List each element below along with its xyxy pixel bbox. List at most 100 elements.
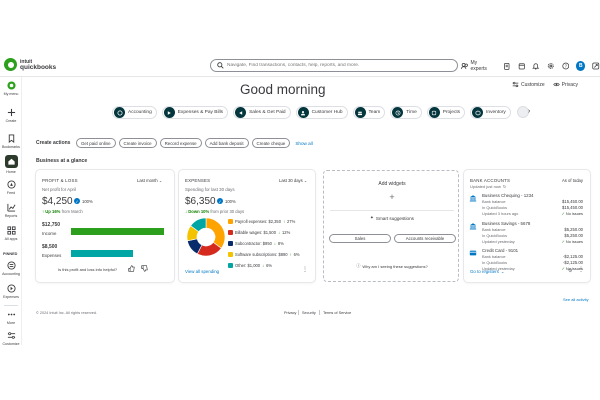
qb-balance-label: In QuickBooks	[482, 233, 508, 238]
nav-accounting[interactable]: Accounting	[0, 261, 22, 276]
accounting-icon	[6, 261, 16, 270]
footer-privacy-link[interactable]: Privacy	[284, 311, 296, 315]
app-chip-inventory[interactable]: Inventory	[470, 106, 511, 119]
nav-expenses[interactable]: Expenses	[0, 284, 22, 299]
search-input[interactable]	[227, 63, 452, 68]
app-chip-time[interactable]: Time	[390, 106, 422, 119]
profit-loss-card[interactable]: PROFIT & LOSS Last month ⌄ Net profit fo…	[36, 170, 174, 282]
legend-label: Software subscriptions: $890	[235, 252, 288, 257]
nav-create[interactable]: Create	[0, 108, 22, 123]
expenses-donut-chart[interactable]	[186, 217, 226, 257]
smart-suggestions-label: Smart suggestions	[375, 215, 414, 221]
nav-label: Accounting	[2, 272, 20, 276]
svg-text:?: ?	[564, 63, 567, 68]
help-icon[interactable]: ?	[561, 62, 570, 70]
app-chip-sales[interactable]: Sales & Get Paid	[233, 106, 291, 119]
nav-my-menu[interactable]: My menu	[0, 81, 22, 96]
period-dropdown[interactable]: Last month ⌄	[137, 178, 162, 183]
suggestions-info[interactable]: ⓘ Why am I seeing these suggestions?	[324, 263, 460, 269]
view-all-spending-link[interactable]: View all spending	[185, 269, 219, 274]
legend-delta: 8%	[277, 241, 284, 246]
credit-card-icon	[469, 250, 477, 256]
app-chip-accounting[interactable]: Accounting	[112, 106, 157, 119]
expenses-bar[interactable]	[71, 250, 134, 257]
experts-icon	[461, 62, 468, 69]
clipboard-icon[interactable]	[503, 62, 511, 70]
expenses-amount: $8,500	[42, 244, 58, 250]
home-icon	[7, 158, 15, 165]
calendar-icon[interactable]	[518, 62, 526, 70]
legend-swatch	[228, 241, 233, 246]
footer-security-link[interactable]: Security	[302, 311, 316, 315]
period-dropdown[interactable]: Last 30 days ⌄	[279, 178, 307, 183]
income-bar[interactable]	[71, 228, 164, 235]
app-chip-team[interactable]: Team	[352, 106, 386, 119]
bell-icon[interactable]	[532, 62, 540, 70]
more-dots-icon[interactable]: ⋮	[302, 266, 309, 273]
privacy-label: Privacy	[561, 81, 579, 88]
my-experts-button[interactable]: My experts	[461, 60, 493, 72]
nav-more[interactable]: More	[0, 310, 22, 325]
legend-label: Payroll expenses: $2,350	[235, 219, 281, 224]
sliders-icon	[7, 332, 15, 339]
trend-up-arrow-icon: ↑	[289, 252, 292, 257]
nav-label: Create	[5, 119, 17, 123]
thumbs-up-icon[interactable]	[128, 265, 135, 272]
updated-status: Updated just now ↻	[470, 184, 506, 189]
sales-widget-button[interactable]: Sales	[329, 234, 391, 243]
clock-icon	[395, 110, 401, 115]
gear-icon[interactable]	[547, 62, 555, 70]
account-updated: Updated 3 hours ago	[482, 211, 519, 216]
privacy-toggle[interactable]: Privacy	[552, 81, 579, 88]
app-shortcuts: Accounting Expenses & Pay Bills Sales & …	[112, 106, 511, 119]
global-search[interactable]	[210, 59, 458, 72]
app-chip-projects[interactable]: Projects	[426, 106, 466, 119]
record-expense-button[interactable]: Record expense	[159, 138, 202, 148]
get-paid-online-button[interactable]: Get paid online	[76, 138, 116, 148]
footer-terms-link[interactable]: Terms of Service	[323, 311, 351, 315]
inventory-icon	[475, 110, 480, 115]
user-avatar[interactable]: B	[576, 60, 586, 71]
nav-reports[interactable]: Reports	[0, 203, 22, 218]
income-label: Income	[42, 231, 57, 236]
app-chip-expenses[interactable]: Expenses & Pay Bills	[161, 106, 229, 119]
nav-home[interactable]: Home	[0, 155, 22, 174]
card-title: BANK ACCOUNTS	[470, 178, 511, 183]
app-chip-label: Expenses & Pay Bills	[177, 110, 224, 115]
card-title: EXPENSES	[185, 178, 211, 183]
add-bank-deposit-button[interactable]: Add bank deposit	[204, 138, 249, 148]
add-widget-plus-icon[interactable]: +	[387, 192, 397, 202]
see-all-activity-link[interactable]: See all activity	[563, 297, 589, 302]
check-icon: ✓	[561, 266, 565, 271]
quickbooks-logo[interactable]: intuit quickbooks	[4, 58, 56, 71]
legend-payroll: Payroll expenses: $2,350 ↑ 27%	[228, 219, 295, 224]
create-cheque-button[interactable]: Create cheque	[251, 138, 291, 148]
trend-up-arrow-icon: ↑	[282, 219, 286, 224]
accounts-receivable-widget-button[interactable]: Accounts receivable	[394, 234, 456, 243]
nav-bookmarks[interactable]: Bookmarks	[0, 134, 22, 149]
account-switcher-icon[interactable]	[592, 62, 600, 70]
show-all-link[interactable]: Show all	[295, 141, 312, 146]
brand-name: quickbooks	[20, 63, 57, 71]
customize-button[interactable]: Customize	[512, 81, 545, 88]
legend-software: Software subscriptions: $890 ↑ 6%	[228, 252, 300, 257]
expenses-label: Expenses	[42, 253, 62, 258]
create-invoice-button[interactable]: Create invoice	[118, 138, 157, 148]
refresh-icon[interactable]: ↻	[503, 184, 506, 189]
chevron-right-icon[interactable]: ›	[528, 108, 530, 115]
legend-delta: 27%	[287, 219, 296, 224]
nav-feed[interactable]: Feed	[0, 180, 22, 195]
customer-icon	[300, 110, 306, 115]
legend-delta: 12%	[282, 230, 291, 235]
top-bar: intuit quickbooks My experts ? B	[0, 55, 600, 77]
app-chip-customer-hub[interactable]: Customer Hub	[295, 106, 348, 119]
trend-text: from prior 30 days	[210, 209, 245, 214]
team-icon	[357, 111, 363, 115]
projects-icon	[432, 110, 437, 115]
panel-divider	[330, 210, 454, 211]
nav-customize[interactable]: Customize	[0, 331, 22, 346]
trend-down-arrow-icon: ↓	[277, 230, 281, 235]
thumbs-down-icon[interactable]	[141, 265, 148, 272]
nav-all-apps[interactable]: All apps	[0, 226, 22, 241]
quickbooks-logo-icon	[4, 58, 17, 71]
